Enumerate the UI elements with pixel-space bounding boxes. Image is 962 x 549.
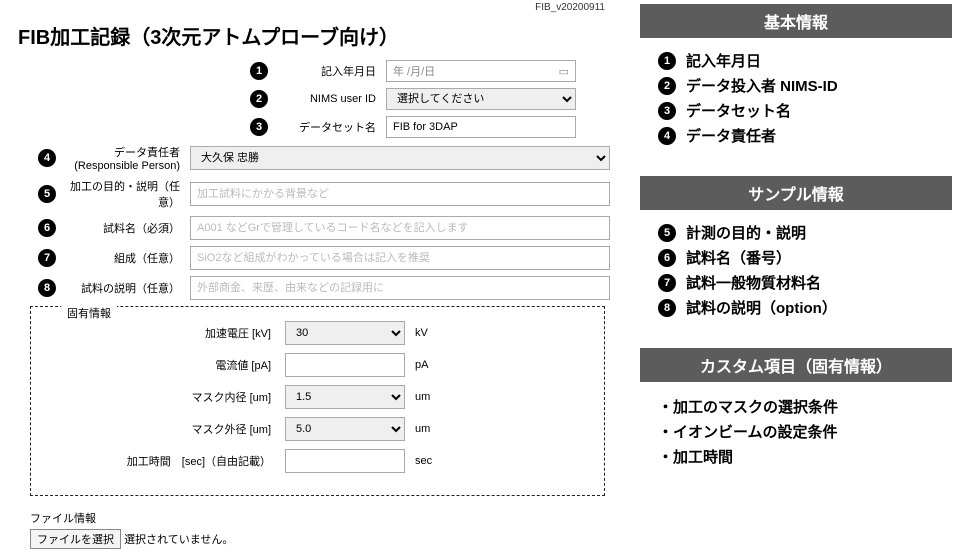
field-input-7[interactable] xyxy=(190,246,610,270)
field-label: 試料名（必須） xyxy=(60,220,180,236)
spec-input[interactable] xyxy=(285,449,405,473)
legend-item: 8 試料の説明（option） xyxy=(658,297,952,318)
legend-item: 2 データ投入者 NIMS-ID xyxy=(658,75,952,96)
field-input-5[interactable] xyxy=(190,182,610,206)
field-label: 試料の説明（任意） xyxy=(60,280,180,296)
spec-label: マスク内径 [um] xyxy=(41,389,271,405)
file-section: ファイル情報 ファイルを選択 選択されていません。 xyxy=(30,510,615,549)
form-row-2: 2 NIMS user ID 選択してください xyxy=(10,88,615,110)
marker-1: 1 xyxy=(658,52,676,70)
field-input-8[interactable] xyxy=(190,276,610,300)
marker-2: 2 xyxy=(658,77,676,95)
field-label: 記入年月日 xyxy=(286,63,376,79)
spec-box: 固有情報 加速電圧 [kV] 30 kV 電流値 [pA] pA マスク内径 [um] 1.… xyxy=(30,306,605,496)
marker-8: 8 xyxy=(38,279,56,297)
field-label: 加工の目的・説明（任意） xyxy=(60,178,180,210)
legend-item-text: データセット名 xyxy=(686,100,791,121)
marker-3: 3 xyxy=(250,118,268,136)
marker-6: 6 xyxy=(658,249,676,267)
item-list: 5 計測の目的・説明 6 試料名（番号） 7 試料一般物質材料名 8 試料の説明（option… xyxy=(658,222,952,318)
unit-label: pA xyxy=(415,359,428,371)
field-input-4[interactable]: 大久保 忠勝 xyxy=(190,146,610,170)
legend-item-text: 試料名（番号） xyxy=(686,247,791,268)
form-row-3: 3 データセット名 xyxy=(10,116,615,138)
legend-item: 3 データセット名 xyxy=(658,100,952,121)
item-list: 1 記入年月日 2 データ投入者 NIMS-ID 3 データセット名 4 データ責任者 xyxy=(658,50,952,146)
spec-input[interactable]: 30 xyxy=(285,321,405,345)
legend-item-text: 計測の目的・説明 xyxy=(686,222,806,243)
form-mid-section: 4データ責任者(Responsible Person) 大久保 忠勝 5加工の目的・… xyxy=(10,144,615,300)
spec-input[interactable]: 5.0 xyxy=(285,417,405,441)
spec-rows: 加速電圧 [kV]30kV電流値 [pA]pAマスク内径 [um]1.5umマス… xyxy=(41,321,594,473)
form-row-5: 5加工の目的・説明（任意） xyxy=(10,178,615,210)
marker-5: 5 xyxy=(658,224,676,242)
field-label: データ責任者(Responsible Person) xyxy=(60,144,180,172)
marker-2: 2 xyxy=(250,90,268,108)
marker-6: 6 xyxy=(38,219,56,237)
spec-label: 加速電圧 [kV] xyxy=(41,325,271,341)
marker-7: 7 xyxy=(38,249,56,267)
spec-label: 加工時間 [sec]（自由記載） xyxy=(41,453,271,469)
file-status: 選択されていません。 xyxy=(124,534,233,546)
spec-input[interactable] xyxy=(285,353,405,377)
group-header: 基本情報 xyxy=(640,4,952,38)
legend-panel: 基本情報 1 記入年月日 2 データ投入者 NIMS-ID 3 データセット名 4 データ責任者… xyxy=(640,4,952,471)
field-label: NIMS user ID xyxy=(286,93,376,105)
marker-7: 7 xyxy=(658,274,676,292)
marker-5: 5 xyxy=(38,185,56,203)
marker-4: 4 xyxy=(658,127,676,145)
form-panel: FIB_v20200911 FIB加工記録（3次元アトムプローブ向け） 1 記入年… xyxy=(10,0,615,549)
legend-item: 4 データ責任者 xyxy=(658,125,952,146)
field-label: 組成（任意） xyxy=(60,250,180,266)
file-section-title: ファイル情報 xyxy=(30,510,615,526)
bullet-item: ・イオンビームの設定条件 xyxy=(658,421,952,442)
unit-label: um xyxy=(415,423,430,435)
spec-label: マスク外径 [um] xyxy=(41,421,271,437)
date-input[interactable]: 年 /月/日▭ xyxy=(386,60,576,82)
group-header: カスタム項目（固有情報） xyxy=(640,348,952,382)
form-row-8: 8試料の説明（任意） xyxy=(10,276,615,300)
unit-label: kV xyxy=(415,327,428,339)
legend-item: 5 計測の目的・説明 xyxy=(658,222,952,243)
spec-row: マスク内径 [um] 1.5 um xyxy=(41,385,594,409)
bullet-item: ・加工のマスクの選択条件 xyxy=(658,396,952,417)
group-header: サンプル情報 xyxy=(640,176,952,210)
version-label: FIB_v20200911 xyxy=(10,2,605,13)
field-input-3[interactable] xyxy=(386,116,576,138)
legend-item-text: 試料の説明（option） xyxy=(686,297,837,318)
marker-8: 8 xyxy=(658,299,676,317)
field-input-6[interactable] xyxy=(190,216,610,240)
field-input-2[interactable]: 選択してください xyxy=(386,88,576,110)
file-choose-button[interactable]: ファイルを選択 xyxy=(30,529,121,549)
legend-item-text: 試料一般物質材料名 xyxy=(686,272,821,293)
spec-legend: 固有情報 xyxy=(61,305,117,321)
bullet-list: ・加工のマスクの選択条件・イオンビームの設定条件・加工時間 xyxy=(658,396,952,467)
legend-item: 6 試料名（番号） xyxy=(658,247,952,268)
marker-3: 3 xyxy=(658,102,676,120)
legend-item: 1 記入年月日 xyxy=(658,50,952,71)
marker-4: 4 xyxy=(38,149,56,167)
legend-item-text: 記入年月日 xyxy=(686,50,761,71)
form-row-6: 6試料名（必須） xyxy=(10,216,615,240)
spec-label: 電流値 [pA] xyxy=(41,357,271,373)
form-top-section: 1 記入年月日年 /月/日▭ 2 NIMS user ID 選択してください 3 データセッ… xyxy=(10,60,615,138)
spec-row: 加速電圧 [kV] 30 kV xyxy=(41,321,594,345)
form-row-7: 7組成（任意） xyxy=(10,246,615,270)
bullet-item: ・加工時間 xyxy=(658,446,952,467)
form-row-4: 4データ責任者(Responsible Person) 大久保 忠勝 xyxy=(10,144,615,172)
legend-item-text: データ投入者 NIMS-ID xyxy=(686,75,838,96)
marker-1: 1 xyxy=(250,62,268,80)
legend-item: 7 試料一般物質材料名 xyxy=(658,272,952,293)
spec-row: マスク外径 [um] 5.0 um xyxy=(41,417,594,441)
form-row-1: 1 記入年月日年 /月/日▭ xyxy=(10,60,615,82)
unit-label: um xyxy=(415,391,430,403)
legend-item-text: データ責任者 xyxy=(686,125,776,146)
unit-label: sec xyxy=(415,455,432,467)
calendar-icon: ▭ xyxy=(559,65,569,78)
spec-row: 加工時間 [sec]（自由記載） sec xyxy=(41,449,594,473)
spec-input[interactable]: 1.5 xyxy=(285,385,405,409)
spec-row: 電流値 [pA] pA xyxy=(41,353,594,377)
page-title: FIB加工記録（3次元アトムプローブ向け） xyxy=(18,21,615,50)
field-label: データセット名 xyxy=(286,119,376,135)
